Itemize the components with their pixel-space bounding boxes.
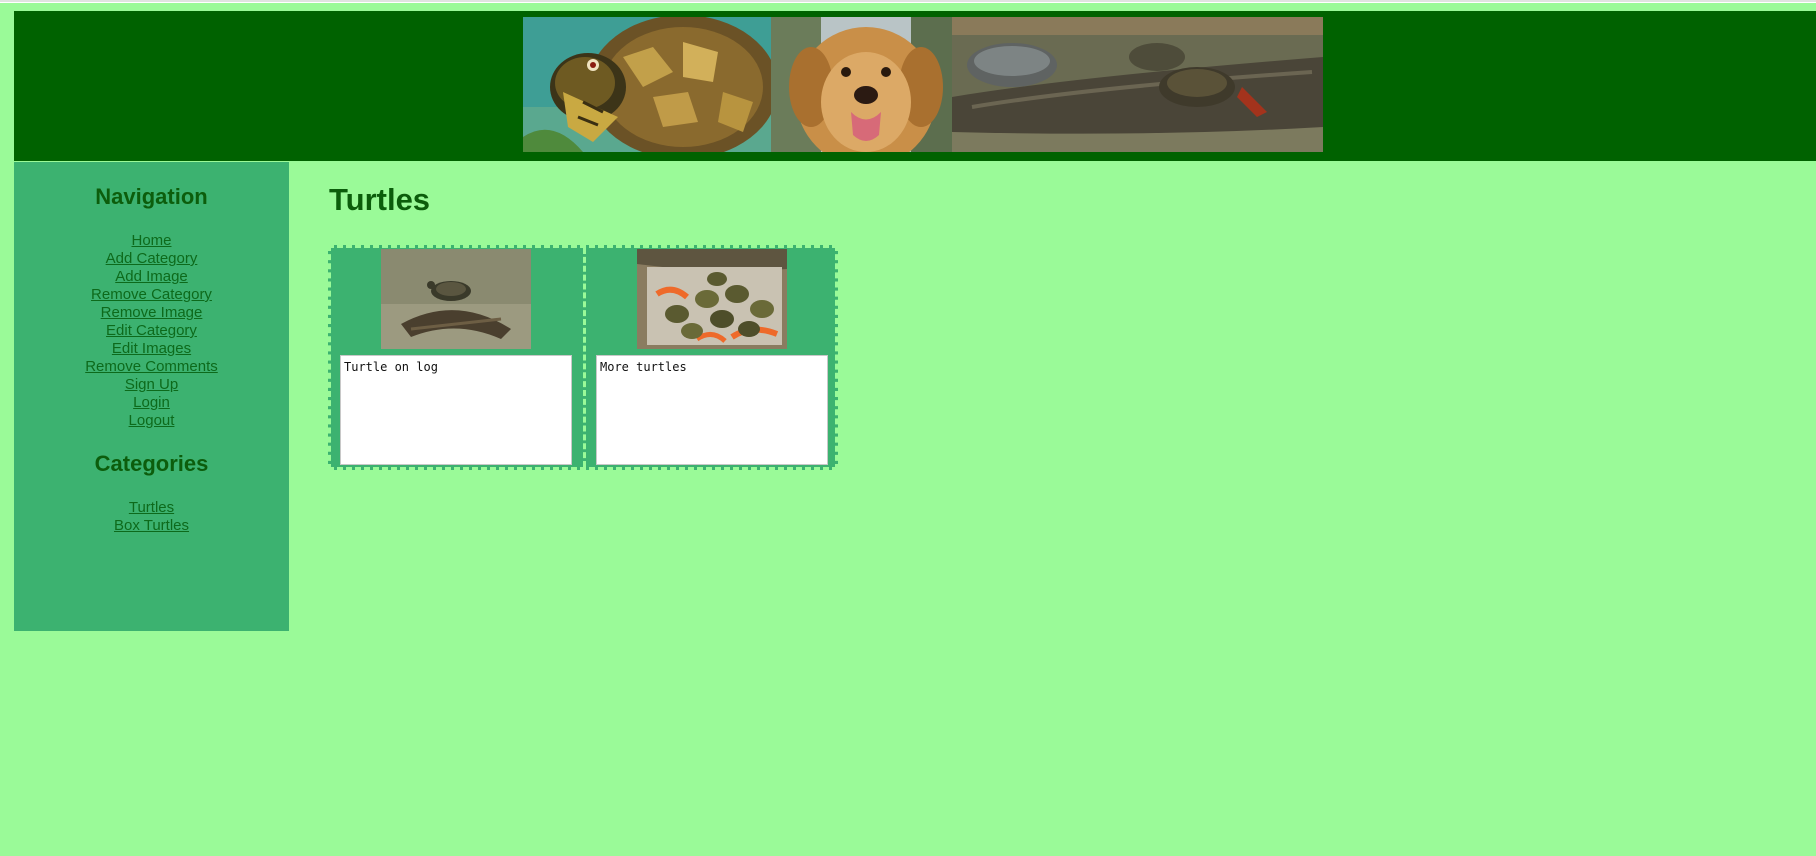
nav-link-remove-comments[interactable]: Remove Comments (14, 358, 289, 376)
site-header (14, 11, 1816, 161)
page-background: Navigation Home Add Category Add Image R… (0, 3, 1816, 856)
navigation-heading: Navigation (95, 184, 208, 209)
navigation-links: Home Add Category Add Image Remove Categ… (14, 232, 289, 430)
nav-link-edit-category[interactable]: Edit Category (14, 322, 289, 340)
gallery-item: More turtles (587, 248, 839, 467)
nav-link-add-category[interactable]: Add Category (14, 250, 289, 268)
nav-link-home[interactable]: Home (14, 232, 289, 250)
header-banner (523, 17, 1323, 152)
nav-link-logout[interactable]: Logout (14, 412, 289, 430)
golden-retriever-banner-image (771, 17, 952, 152)
nav-link-edit-images[interactable]: Edit Images (14, 340, 289, 358)
nav-link-sign-up[interactable]: Sign Up (14, 376, 289, 394)
browser-top-line (0, 0, 1816, 2)
caption-textarea[interactable]: More turtles (596, 355, 828, 465)
box-turtle-banner-image (523, 17, 771, 152)
sidebar: Navigation Home Add Category Add Image R… (14, 162, 289, 631)
nav-link-add-image[interactable]: Add Image (14, 268, 289, 286)
turtle-on-log-thumbnail[interactable] (381, 249, 531, 349)
nav-link-remove-image[interactable]: Remove Image (14, 304, 289, 322)
caption-textarea[interactable]: Turtle on log (340, 355, 572, 465)
gallery-divider (583, 248, 586, 467)
baby-turtles-thumbnail[interactable] (637, 249, 787, 349)
categories-heading: Categories (94, 451, 209, 476)
gallery-item: Turtle on log (331, 248, 583, 467)
category-links: Turtles Box Turtles (14, 499, 289, 535)
page-title: Turtles (329, 182, 431, 217)
nav-link-remove-category[interactable]: Remove Category (14, 286, 289, 304)
category-link-box-turtles[interactable]: Box Turtles (14, 517, 289, 535)
nav-link-login[interactable]: Login (14, 394, 289, 412)
turtles-on-log-banner-image (952, 17, 1323, 152)
image-gallery: Turtle on log More turtles (328, 245, 838, 470)
category-link-turtles[interactable]: Turtles (14, 499, 289, 517)
